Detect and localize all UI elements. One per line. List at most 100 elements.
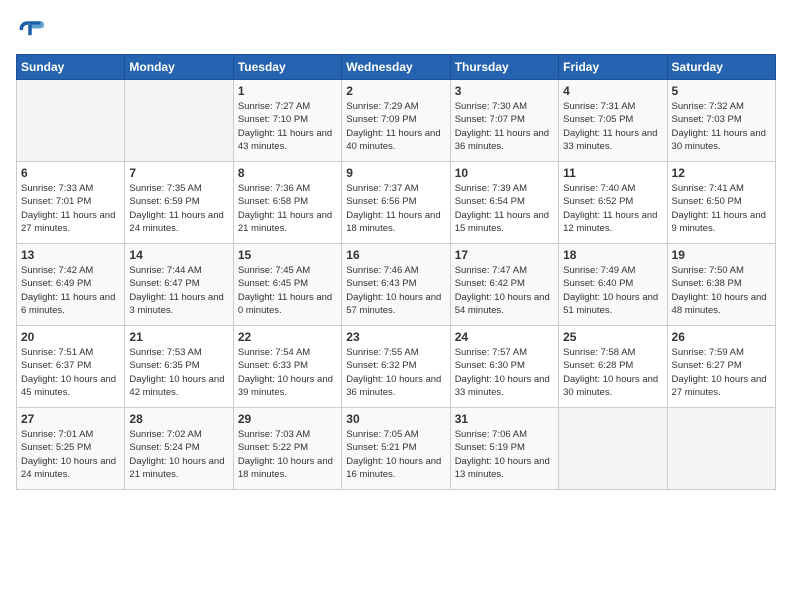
- calendar-cell: 5 Sunrise: 7:32 AMSunset: 7:03 PMDaylight…: [667, 80, 775, 162]
- day-number: 1: [238, 84, 337, 98]
- day-info: Sunrise: 7:36 AMSunset: 6:58 PMDaylight:…: [238, 182, 337, 235]
- week-row-2: 13 Sunrise: 7:42 AMSunset: 6:49 PMDayligh…: [17, 244, 776, 326]
- day-number: 17: [455, 248, 554, 262]
- weekday-header-monday: Monday: [125, 55, 233, 80]
- calendar-cell: 21 Sunrise: 7:53 AMSunset: 6:35 PMDayligh…: [125, 326, 233, 408]
- day-info: Sunrise: 7:54 AMSunset: 6:33 PMDaylight:…: [238, 346, 337, 399]
- calendar-cell: 9 Sunrise: 7:37 AMSunset: 6:56 PMDaylight…: [342, 162, 450, 244]
- week-row-0: 1Sunrise: 7:27 AMSunset: 7:10 PMDaylight…: [17, 80, 776, 162]
- day-number: 4: [563, 84, 662, 98]
- calendar-cell: 7 Sunrise: 7:35 AMSunset: 6:59 PMDaylight…: [125, 162, 233, 244]
- calendar-cell: 19 Sunrise: 7:50 AMSunset: 6:38 PMDayligh…: [667, 244, 775, 326]
- day-number: 5: [672, 84, 771, 98]
- day-info: Sunrise: 7:41 AMSunset: 6:50 PMDaylight:…: [672, 182, 771, 235]
- calendar-cell: 14 Sunrise: 7:44 AMSunset: 6:47 PMDayligh…: [125, 244, 233, 326]
- day-number: 2: [346, 84, 445, 98]
- day-info: Sunrise: 7:44 AMSunset: 6:47 PMDaylight:…: [129, 264, 228, 317]
- calendar-cell: 17 Sunrise: 7:47 AMSunset: 6:42 PMDayligh…: [450, 244, 558, 326]
- calendar-cell: 30Sunrise: 7:05 AMSunset: 5:21 PMDayligh…: [342, 408, 450, 490]
- day-info: Sunrise: 7:49 AMSunset: 6:40 PMDaylight:…: [563, 264, 662, 317]
- day-number: 14: [129, 248, 228, 262]
- calendar-cell: 31 Sunrise: 7:06 AMSunset: 5:19 PMDayligh…: [450, 408, 558, 490]
- day-info: Sunrise: 7:31 AMSunset: 7:05 PMDaylight:…: [563, 100, 662, 153]
- calendar-cell: 12Sunrise: 7:41 AMSunset: 6:50 PMDayligh…: [667, 162, 775, 244]
- calendar-cell: 1Sunrise: 7:27 AMSunset: 7:10 PMDaylight…: [233, 80, 341, 162]
- week-row-3: 20 Sunrise: 7:51 AMSunset: 6:37 PMDayligh…: [17, 326, 776, 408]
- calendar-cell: 20 Sunrise: 7:51 AMSunset: 6:37 PMDayligh…: [17, 326, 125, 408]
- calendar-cell: 27Sunrise: 7:01 AMSunset: 5:25 PMDayligh…: [17, 408, 125, 490]
- calendar-cell: [125, 80, 233, 162]
- calendar-cell: 18 Sunrise: 7:49 AMSunset: 6:40 PMDayligh…: [559, 244, 667, 326]
- day-info: Sunrise: 7:47 AMSunset: 6:42 PMDaylight:…: [455, 264, 554, 317]
- calendar-cell: 3 Sunrise: 7:30 AMSunset: 7:07 PMDaylight…: [450, 80, 558, 162]
- day-info: Sunrise: 7:30 AMSunset: 7:07 PMDaylight:…: [455, 100, 554, 153]
- calendar-cell: 23Sunrise: 7:55 AMSunset: 6:32 PMDayligh…: [342, 326, 450, 408]
- day-number: 27: [21, 412, 120, 426]
- day-number: 11: [563, 166, 662, 180]
- logo-icon: [16, 16, 44, 44]
- weekday-row: SundayMondayTuesdayWednesdayThursdayFrid…: [17, 55, 776, 80]
- calendar-cell: 25Sunrise: 7:58 AMSunset: 6:28 PMDayligh…: [559, 326, 667, 408]
- day-number: 15: [238, 248, 337, 262]
- day-info: Sunrise: 7:46 AMSunset: 6:43 PMDaylight:…: [346, 264, 445, 317]
- day-info: Sunrise: 7:06 AMSunset: 5:19 PMDaylight:…: [455, 428, 554, 481]
- day-info: Sunrise: 7:39 AMSunset: 6:54 PMDaylight:…: [455, 182, 554, 235]
- day-info: Sunrise: 7:53 AMSunset: 6:35 PMDaylight:…: [129, 346, 228, 399]
- calendar-cell: 11 Sunrise: 7:40 AMSunset: 6:52 PMDayligh…: [559, 162, 667, 244]
- day-info: Sunrise: 7:45 AMSunset: 6:45 PMDaylight:…: [238, 264, 337, 317]
- weekday-header-saturday: Saturday: [667, 55, 775, 80]
- day-number: 9: [346, 166, 445, 180]
- day-info: Sunrise: 7:40 AMSunset: 6:52 PMDaylight:…: [563, 182, 662, 235]
- calendar-body: 1Sunrise: 7:27 AMSunset: 7:10 PMDaylight…: [17, 80, 776, 490]
- day-info: Sunrise: 7:55 AMSunset: 6:32 PMDaylight:…: [346, 346, 445, 399]
- day-info: Sunrise: 7:05 AMSunset: 5:21 PMDaylight:…: [346, 428, 445, 481]
- day-number: 13: [21, 248, 120, 262]
- day-number: 20: [21, 330, 120, 344]
- day-number: 22: [238, 330, 337, 344]
- day-info: Sunrise: 7:50 AMSunset: 6:38 PMDaylight:…: [672, 264, 771, 317]
- day-number: 25: [563, 330, 662, 344]
- weekday-header-wednesday: Wednesday: [342, 55, 450, 80]
- day-number: 28: [129, 412, 228, 426]
- calendar-cell: 22 Sunrise: 7:54 AMSunset: 6:33 PMDayligh…: [233, 326, 341, 408]
- day-info: Sunrise: 7:57 AMSunset: 6:30 PMDaylight:…: [455, 346, 554, 399]
- calendar-cell: 10 Sunrise: 7:39 AMSunset: 6:54 PMDayligh…: [450, 162, 558, 244]
- day-number: 29: [238, 412, 337, 426]
- day-info: Sunrise: 7:29 AMSunset: 7:09 PMDaylight:…: [346, 100, 445, 153]
- day-info: Sunrise: 7:51 AMSunset: 6:37 PMDaylight:…: [21, 346, 120, 399]
- calendar-cell: [559, 408, 667, 490]
- day-number: 21: [129, 330, 228, 344]
- calendar-cell: [667, 408, 775, 490]
- day-info: Sunrise: 7:35 AMSunset: 6:59 PMDaylight:…: [129, 182, 228, 235]
- calendar-cell: 6Sunrise: 7:33 AMSunset: 7:01 PMDaylight…: [17, 162, 125, 244]
- weekday-header-thursday: Thursday: [450, 55, 558, 80]
- calendar-cell: 29 Sunrise: 7:03 AMSunset: 5:22 PMDayligh…: [233, 408, 341, 490]
- day-info: Sunrise: 7:03 AMSunset: 5:22 PMDaylight:…: [238, 428, 337, 481]
- week-row-1: 6Sunrise: 7:33 AMSunset: 7:01 PMDaylight…: [17, 162, 776, 244]
- calendar-cell: 24Sunrise: 7:57 AMSunset: 6:30 PMDayligh…: [450, 326, 558, 408]
- week-row-4: 27Sunrise: 7:01 AMSunset: 5:25 PMDayligh…: [17, 408, 776, 490]
- calendar-cell: 2 Sunrise: 7:29 AMSunset: 7:09 PMDaylight…: [342, 80, 450, 162]
- calendar-cell: 16Sunrise: 7:46 AMSunset: 6:43 PMDayligh…: [342, 244, 450, 326]
- day-number: 3: [455, 84, 554, 98]
- day-number: 18: [563, 248, 662, 262]
- calendar-cell: [17, 80, 125, 162]
- day-number: 31: [455, 412, 554, 426]
- weekday-header-sunday: Sunday: [17, 55, 125, 80]
- day-info: Sunrise: 7:32 AMSunset: 7:03 PMDaylight:…: [672, 100, 771, 153]
- day-number: 26: [672, 330, 771, 344]
- day-number: 19: [672, 248, 771, 262]
- day-info: Sunrise: 7:42 AMSunset: 6:49 PMDaylight:…: [21, 264, 120, 317]
- day-number: 7: [129, 166, 228, 180]
- day-number: 6: [21, 166, 120, 180]
- day-info: Sunrise: 7:37 AMSunset: 6:56 PMDaylight:…: [346, 182, 445, 235]
- day-info: Sunrise: 7:59 AMSunset: 6:27 PMDaylight:…: [672, 346, 771, 399]
- calendar-cell: 8Sunrise: 7:36 AMSunset: 6:58 PMDaylight…: [233, 162, 341, 244]
- calendar-cell: 26 Sunrise: 7:59 AMSunset: 6:27 PMDayligh…: [667, 326, 775, 408]
- weekday-header-friday: Friday: [559, 55, 667, 80]
- calendar-cell: 13 Sunrise: 7:42 AMSunset: 6:49 PMDayligh…: [17, 244, 125, 326]
- logo: [16, 16, 48, 44]
- day-number: 10: [455, 166, 554, 180]
- calendar-table: SundayMondayTuesdayWednesdayThursdayFrid…: [16, 54, 776, 490]
- page-header: [16, 16, 776, 44]
